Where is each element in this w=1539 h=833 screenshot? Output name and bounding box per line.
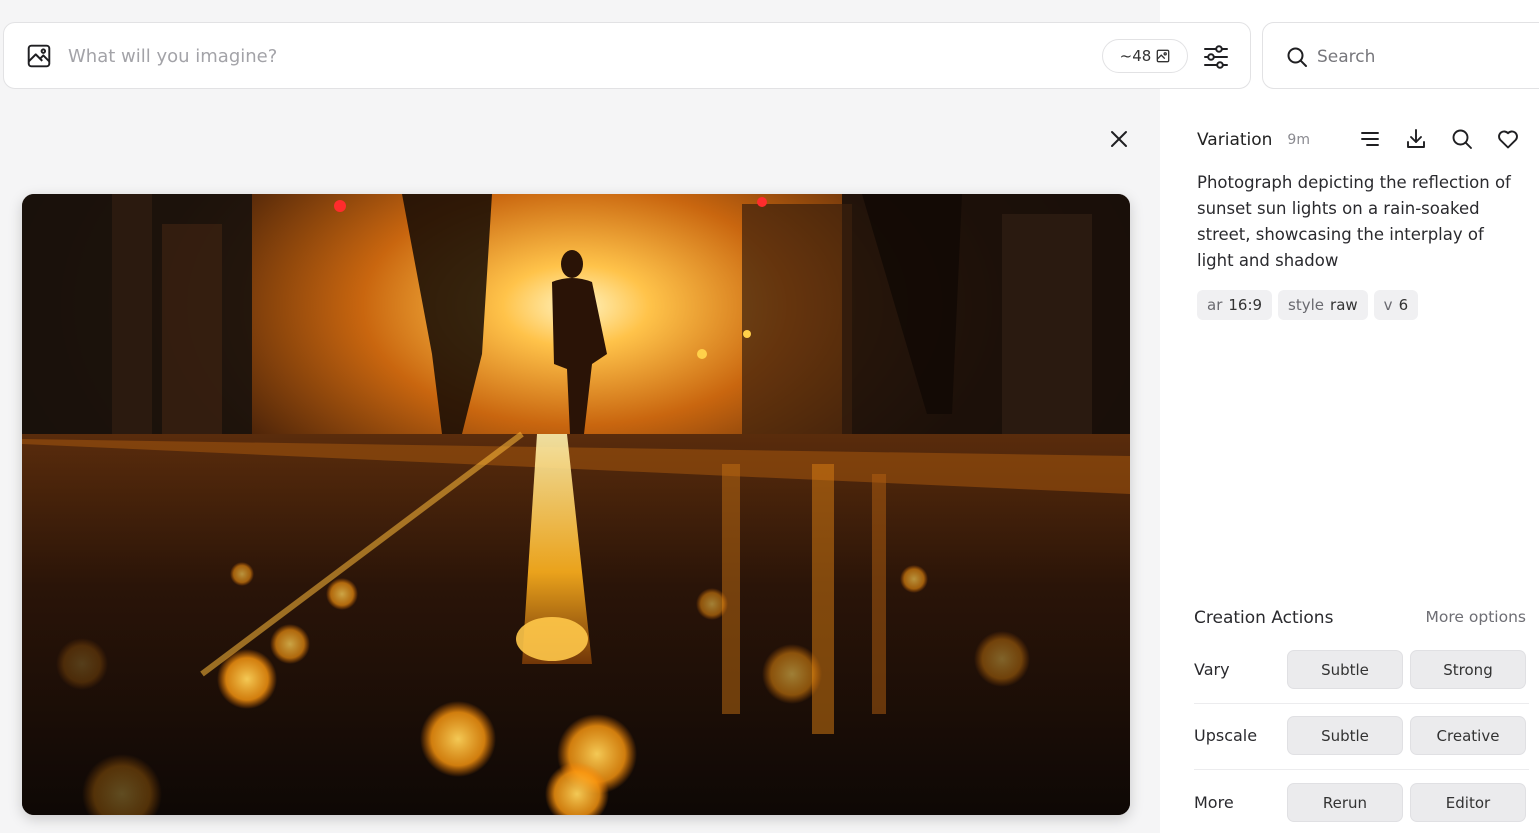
param-key: style <box>1288 296 1325 314</box>
param-version[interactable]: v 6 <box>1373 290 1419 320</box>
heart-icon[interactable] <box>1496 127 1520 151</box>
vary-row: Vary Subtle Strong <box>1194 650 1529 690</box>
search-input[interactable] <box>1317 43 1517 71</box>
creation-actions-title: Creation Actions <box>1194 608 1334 628</box>
param-key: v <box>1383 296 1393 314</box>
sunset-street-photo <box>22 194 1130 815</box>
param-key: ar <box>1207 296 1223 314</box>
more-row: More Rerun Editor <box>1194 783 1529 823</box>
upscale-subtle-button[interactable]: Subtle <box>1287 716 1403 755</box>
param-aspect-ratio[interactable]: ar 16:9 <box>1197 290 1273 320</box>
upscale-row: Upscale Subtle Creative <box>1194 716 1529 756</box>
detail-panel <box>1160 0 1539 833</box>
upscale-creative-button[interactable]: Creative <box>1410 716 1526 755</box>
more-options-link[interactable]: More options <box>1426 608 1526 626</box>
upscale-label: Upscale <box>1194 726 1258 745</box>
sliders-icon[interactable] <box>1202 43 1230 71</box>
divider <box>1194 703 1529 704</box>
image-count-pill[interactable]: ~48 <box>1102 39 1188 73</box>
editor-button[interactable]: Editor <box>1410 783 1526 822</box>
rerun-button[interactable]: Rerun <box>1287 783 1403 822</box>
close-icon[interactable] <box>1108 128 1130 150</box>
prompt-params: ar 16:9 style raw v 6 <box>1197 290 1419 320</box>
prompt-bar: ~48 <box>3 22 1251 89</box>
creation-actions-header: Creation Actions More options <box>1194 608 1526 632</box>
image-toolbar <box>1358 127 1520 151</box>
vary-subtle-button[interactable]: Subtle <box>1287 650 1403 689</box>
job-time: 9m <box>1287 132 1310 148</box>
param-value: 16:9 <box>1228 296 1263 314</box>
param-value: raw <box>1330 296 1358 314</box>
list-icon[interactable] <box>1358 127 1382 151</box>
search-icon[interactable] <box>1285 45 1309 69</box>
search-icon[interactable] <box>1450 127 1474 151</box>
search-bar <box>1262 22 1539 89</box>
param-value: 6 <box>1398 296 1409 314</box>
image-small-icon <box>1156 49 1170 63</box>
download-icon[interactable] <box>1404 127 1428 151</box>
job-type: Variation <box>1197 130 1273 150</box>
param-style[interactable]: style raw <box>1278 290 1368 320</box>
divider <box>1194 769 1529 770</box>
image-prompt: Photograph depicting the reflection of s… <box>1197 173 1511 270</box>
image-meta: Variation 9m <box>1197 128 1310 152</box>
image-icon[interactable] <box>26 43 52 69</box>
prompt-input[interactable] <box>68 41 1088 71</box>
vary-strong-button[interactable]: Strong <box>1410 650 1526 689</box>
image-count: ~48 <box>1119 47 1152 65</box>
more-label: More <box>1194 793 1234 812</box>
generated-image[interactable] <box>22 194 1130 815</box>
vary-label: Vary <box>1194 660 1230 679</box>
